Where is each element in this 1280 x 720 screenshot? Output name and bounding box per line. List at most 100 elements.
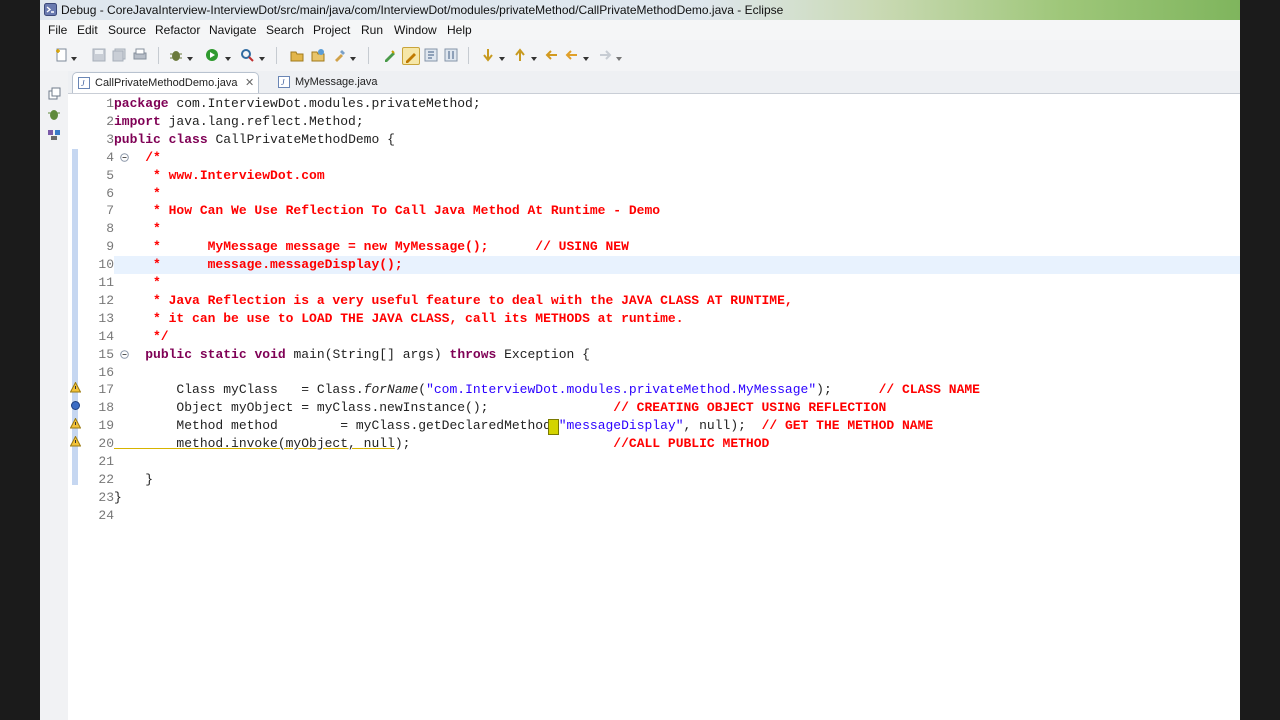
line-number: 16 (98, 364, 114, 380)
block-selection-icon[interactable] (443, 47, 459, 63)
menu-edit[interactable]: Edit (77, 20, 98, 40)
menu-help[interactable]: Help (447, 20, 472, 40)
code-line: public static void main(String[] args) t… (145, 346, 590, 362)
menu-run[interactable]: Run (361, 20, 383, 40)
line-number: 5 (106, 167, 114, 183)
menu-source[interactable]: Source (108, 20, 146, 40)
line-number: 10 (98, 257, 114, 273)
menu-search[interactable]: Search (266, 20, 304, 40)
left-trim-stack (40, 71, 69, 720)
code-editor[interactable]: 1 2 3 4 5 6 7 8 9 10 11 12 13 14 15 16 1… (68, 94, 1240, 720)
search-tool-icon[interactable] (332, 47, 348, 63)
next-annotation-dropdown-icon[interactable] (499, 50, 505, 61)
line-number: 14 (98, 328, 114, 344)
breakpoint-marker-icon[interactable] (70, 400, 81, 411)
save-all-icon[interactable] (111, 47, 127, 63)
run-dropdown-icon[interactable] (225, 50, 231, 61)
print-icon[interactable] (132, 47, 148, 63)
code-line: */ (114, 328, 169, 344)
debug-icon[interactable] (168, 47, 184, 63)
code-line: } (114, 471, 154, 487)
line-number: 6 (106, 185, 114, 201)
new-dropdown-icon[interactable] (71, 50, 77, 61)
show-whitespace-icon[interactable] (423, 47, 439, 63)
menu-window[interactable]: Window (394, 20, 437, 40)
editor-area: J CallPrivateMethodDemo.java ✕ J MyMessa… (68, 71, 1240, 720)
search-dropdown-icon[interactable] (350, 50, 356, 61)
warning-marker-icon[interactable] (70, 436, 81, 447)
previous-annotation-icon[interactable] (512, 47, 528, 63)
mouse-cursor (548, 419, 559, 435)
eclipse-window: Debug - CoreJavaInterview-InterviewDot/s… (40, 0, 1240, 720)
forward-dropdown-icon[interactable] (616, 50, 622, 61)
line-number: 21 (98, 454, 114, 469)
current-code-line: * message.messageDisplay(); (114, 256, 1240, 274)
java-file-icon: J (278, 76, 290, 88)
variables-view-icon[interactable] (47, 127, 61, 141)
code-line: import java.lang.reflect.Method; (114, 113, 364, 129)
debug-view-icon[interactable] (47, 107, 61, 121)
last-edit-location-icon[interactable] (544, 47, 560, 63)
code-line: * www.InterviewDot.com (114, 167, 325, 183)
title-bar: Debug - CoreJavaInterview-InterviewDot/s… (40, 0, 1240, 20)
line-number: 11 (98, 275, 114, 290)
svg-text:J: J (81, 79, 85, 88)
tab-close-icon[interactable]: ✕ (245, 73, 254, 93)
warning-marker-icon[interactable] (70, 382, 81, 393)
forward-icon[interactable] (597, 47, 613, 63)
code-line: Object myObject = myClass.newInstance();… (114, 400, 887, 416)
previous-annotation-dropdown-icon[interactable] (531, 50, 537, 61)
line-number: 19 (98, 418, 114, 434)
line-number: 8 (106, 221, 114, 237)
line-number: 4 (106, 149, 114, 165)
main-toolbar (40, 40, 1240, 72)
code-text[interactable]: package com.InterviewDot.modules.private… (114, 94, 1240, 720)
eclipse-app-icon (44, 3, 57, 16)
next-annotation-icon[interactable] (480, 47, 496, 63)
external-tools-dropdown-icon[interactable] (259, 50, 265, 61)
line-number: 3 (106, 131, 114, 147)
code-line: package com.InterviewDot.modules.private… (114, 96, 481, 111)
run-icon[interactable] (204, 47, 220, 63)
warning-marker-icon[interactable] (70, 418, 81, 429)
menu-navigate[interactable]: Navigate (209, 20, 256, 40)
code-line: * (114, 275, 161, 290)
annotation-icon[interactable] (382, 47, 398, 63)
code-line: * (114, 185, 161, 201)
line-number: 13 (98, 310, 114, 326)
code-line: * (114, 221, 161, 237)
new-icon[interactable] (54, 47, 70, 63)
back-dropdown-icon[interactable] (583, 50, 589, 61)
code-line: * How Can We Use Reflection To Call Java… (114, 203, 661, 219)
java-file-icon: J (78, 77, 90, 89)
external-tools-icon[interactable] (239, 47, 255, 63)
line-number: 2 (106, 113, 114, 129)
menu-file[interactable]: File (48, 20, 67, 40)
code-line: public class CallPrivateMethodDemo { (114, 131, 395, 147)
toolbar-separator (468, 47, 469, 64)
menu-project[interactable]: Project (313, 20, 350, 40)
toolbar-separator (368, 47, 369, 64)
debug-dropdown-icon[interactable] (187, 50, 193, 61)
tab-callprivatemethoddemo[interactable]: J CallPrivateMethodDemo.java ✕ (72, 72, 259, 93)
line-number: 15 (98, 346, 114, 362)
window-title: Debug - CoreJavaInterview-InterviewDot/s… (61, 3, 784, 17)
tab-mymessage[interactable]: J MyMessage.java (273, 72, 393, 92)
open-type-icon[interactable] (289, 47, 305, 63)
line-number: 12 (98, 292, 114, 308)
code-line: Class myClass = Class.forName("com.Inter… (114, 382, 980, 398)
back-icon[interactable] (564, 47, 580, 63)
toggle-mark-occurrences-icon[interactable] (402, 47, 420, 65)
right-dark-margin (1240, 0, 1280, 720)
restore-icon[interactable] (47, 87, 61, 101)
line-number: 22 (98, 471, 114, 487)
save-icon[interactable] (91, 47, 107, 63)
line-number: 24 (98, 507, 114, 523)
editor-tab-bar: J CallPrivateMethodDemo.java ✕ J MyMessa… (68, 71, 1240, 94)
menu-refactor[interactable]: Refactor (155, 20, 200, 40)
line-number: 23 (98, 489, 114, 505)
open-task-icon[interactable] (310, 47, 326, 63)
